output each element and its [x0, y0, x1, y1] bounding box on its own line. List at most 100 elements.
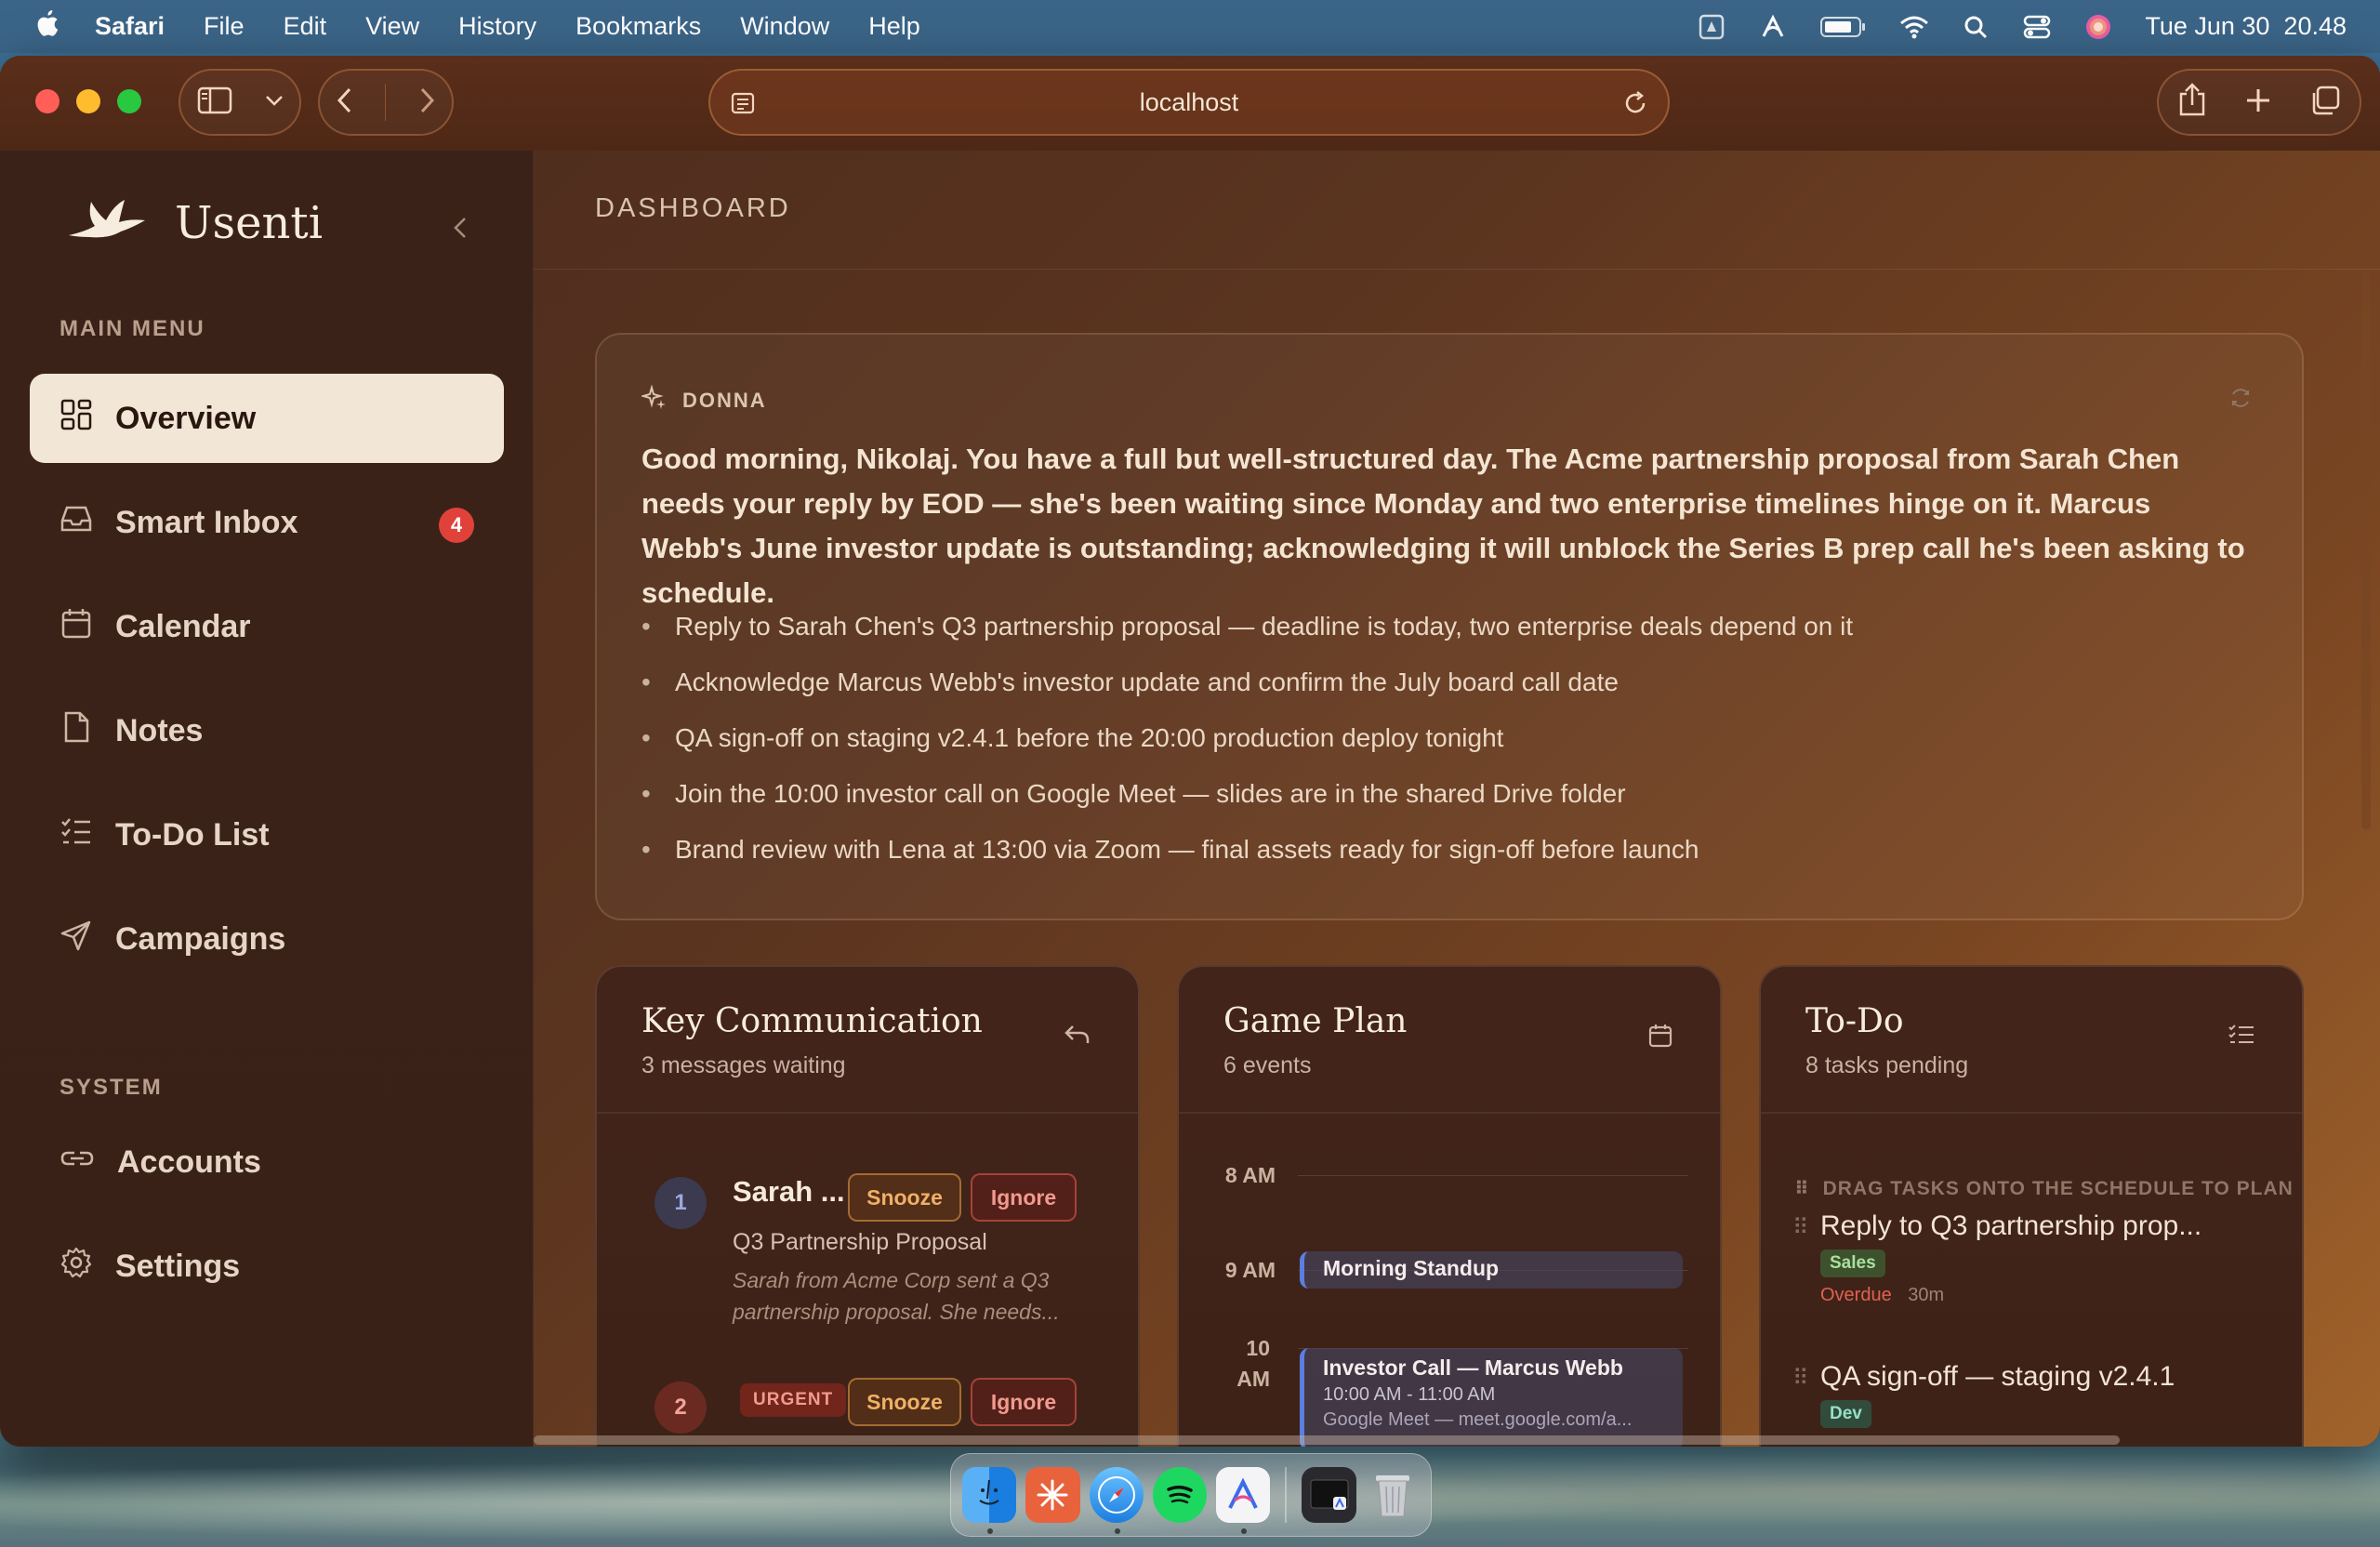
task-item[interactable]: ⠿ QA sign-off — staging v2.4.1 Dev [1792, 1361, 2285, 1428]
ignore-button[interactable]: Ignore [971, 1173, 1077, 1222]
drive-icon[interactable] [1697, 13, 1726, 41]
reload-icon[interactable] [1621, 89, 1649, 124]
menu-view[interactable]: View [365, 12, 419, 41]
battery-icon[interactable] [1819, 13, 1868, 41]
spotlight-search-icon[interactable] [1961, 13, 1990, 41]
new-tab-icon[interactable] [2244, 86, 2272, 119]
brand[interactable]: Usenti [67, 197, 323, 249]
browser-window: localhost Usenti MAIN MENU Overview Smar… [0, 56, 2380, 1447]
dock [950, 1453, 1432, 1537]
system-label: SYSTEM [60, 1075, 163, 1100]
vertical-scrollbar[interactable] [2361, 271, 2371, 829]
snooze-button[interactable]: Snooze [848, 1378, 961, 1426]
sidebar-item-settings[interactable]: Settings [30, 1222, 504, 1311]
menu-file[interactable]: File [204, 12, 245, 41]
menu-window[interactable]: Window [740, 12, 829, 41]
checklist-icon[interactable] [2228, 1023, 2255, 1051]
menu-app-name[interactable]: Safari [95, 12, 165, 41]
control-center-icon[interactable] [2022, 13, 2052, 41]
sidebar-item-notes[interactable]: Notes [30, 686, 504, 775]
running-indicator [1114, 1528, 1120, 1534]
event-title: Investor Call — Marcus Webb [1323, 1355, 1623, 1380]
sidebar-item-smart-inbox[interactable]: Smart Inbox 4 [30, 478, 504, 567]
grid-icon [60, 398, 93, 440]
message-subject: Q3 Partnership Proposal [733, 1229, 987, 1255]
donna-label: DONNA [682, 389, 767, 412]
list-item: Join the 10:00 investor call on Google M… [641, 766, 2259, 822]
tab-overview-icon[interactable] [2309, 85, 2341, 121]
finder-icon[interactable] [962, 1467, 1017, 1534]
close-window-button[interactable] [35, 89, 60, 113]
app-launcher-icon[interactable] [1216, 1467, 1271, 1534]
minimize-window-button[interactable] [76, 89, 100, 113]
spotify-icon[interactable] [1152, 1467, 1208, 1523]
safari-icon[interactable] [1089, 1467, 1144, 1534]
drag-handle-icon[interactable]: ⠿ [1792, 1214, 1809, 1241]
chevron-down-icon[interactable] [264, 94, 284, 112]
dock-divider [1285, 1467, 1288, 1523]
share-icon[interactable] [2177, 82, 2207, 123]
list-item: QA sign-off on staging v2.4.1 before the… [641, 710, 2259, 766]
claude-app-icon[interactable] [1025, 1467, 1080, 1523]
panel-subtitle: 8 tasks pending [1805, 1052, 1969, 1078]
menu-help[interactable]: Help [868, 12, 920, 41]
siri-icon[interactable] [2083, 13, 2113, 41]
address-bar[interactable]: localhost [708, 69, 1670, 136]
donna-summary: Good morning, Nikolaj. You have a full b… [641, 443, 2245, 609]
sidebar-item-calendar[interactable]: Calendar [30, 582, 504, 671]
menu-history[interactable]: History [458, 12, 536, 41]
sidebar-item-overview[interactable]: Overview [30, 374, 504, 463]
snooze-button[interactable]: Snooze [848, 1173, 961, 1222]
list-item: Brand review with Lena at 13:00 via Zoom… [641, 822, 2259, 878]
calendar-event[interactable]: Morning Standup [1300, 1251, 1683, 1289]
menu-bar: Safari File Edit View History Bookmarks … [0, 0, 2380, 53]
sidebar-item-label: Notes [115, 712, 204, 748]
sidebar-toggle-icon[interactable] [196, 86, 233, 120]
urgent-badge: URGENT [740, 1383, 847, 1417]
menu-edit[interactable]: Edit [284, 12, 327, 41]
drag-handle-icon[interactable]: ⠿ [1792, 1365, 1809, 1392]
menu-bookmarks[interactable]: Bookmarks [575, 12, 701, 41]
donna-header: DONNA [640, 384, 767, 416]
reply-icon[interactable] [1064, 1023, 1091, 1051]
zoom-window-button[interactable] [117, 89, 141, 113]
app-status-icon[interactable] [1758, 13, 1788, 41]
refresh-icon[interactable] [2228, 385, 2254, 416]
ignore-button[interactable]: Ignore [971, 1378, 1077, 1426]
sidebar-item-campaigns[interactable]: Campaigns [30, 894, 504, 984]
task-duration: 30m [1908, 1285, 1945, 1305]
main-menu-label: MAIN MENU [60, 316, 205, 341]
task-item[interactable]: ⠿ Reply to Q3 partnership prop... Sales … [1792, 1210, 2285, 1306]
calendar-event[interactable]: Investor Call — Marcus Webb 10:00 AM - 1… [1300, 1348, 1683, 1447]
message-preview: Sarah from Acme Corp sent a Q3 partnersh… [733, 1268, 1060, 1324]
url-text[interactable]: localhost [1140, 88, 1239, 117]
page-menu-icon[interactable] [729, 89, 757, 124]
hour-label: 9 AM [1224, 1258, 1276, 1282]
forward-arrow-icon[interactable] [417, 86, 436, 119]
sidebar-item-todo-list[interactable]: To-Do List [30, 790, 504, 879]
sidebar-item-label: Calendar [115, 608, 251, 644]
sparkle-icon [640, 384, 668, 416]
wifi-icon[interactable] [1899, 13, 1929, 41]
collapse-sidebar-icon[interactable] [450, 216, 470, 245]
task-meta: Overdue 30m [1820, 1285, 2285, 1306]
menu-clock[interactable]: Tue Jun 30 20.48 [2145, 12, 2347, 41]
list-item: Acknowledge Marcus Webb's investor updat… [641, 654, 2259, 710]
sidebar-item-label: Overview [115, 400, 257, 436]
brand-name: Usenti [175, 197, 324, 249]
back-arrow-icon[interactable] [336, 86, 354, 119]
trash-icon[interactable] [1366, 1467, 1420, 1523]
horizontal-scrollbar[interactable] [534, 1435, 2120, 1445]
event-location: Google Meet — meet.google.com/a... [1323, 1409, 1633, 1430]
sidebar: Usenti MAIN MENU Overview Smart Inbox 4 [0, 151, 534, 1447]
message-sender[interactable]: Sarah ... [733, 1175, 845, 1209]
recent-window-icon[interactable] [1302, 1467, 1356, 1523]
sidebar-item-accounts[interactable]: Accounts [30, 1117, 504, 1207]
panel-header: Game Plan 6 events [1179, 967, 1720, 1114]
key-communication-panel: Key Communication 3 messages waiting 1 S… [595, 965, 1140, 1447]
calendar-icon[interactable] [1647, 1023, 1673, 1053]
apple-menu-icon[interactable] [33, 8, 60, 46]
panel-title: Key Communication [641, 1002, 983, 1040]
inbox-count-badge: 4 [439, 508, 474, 543]
message-number: 1 [654, 1177, 707, 1229]
